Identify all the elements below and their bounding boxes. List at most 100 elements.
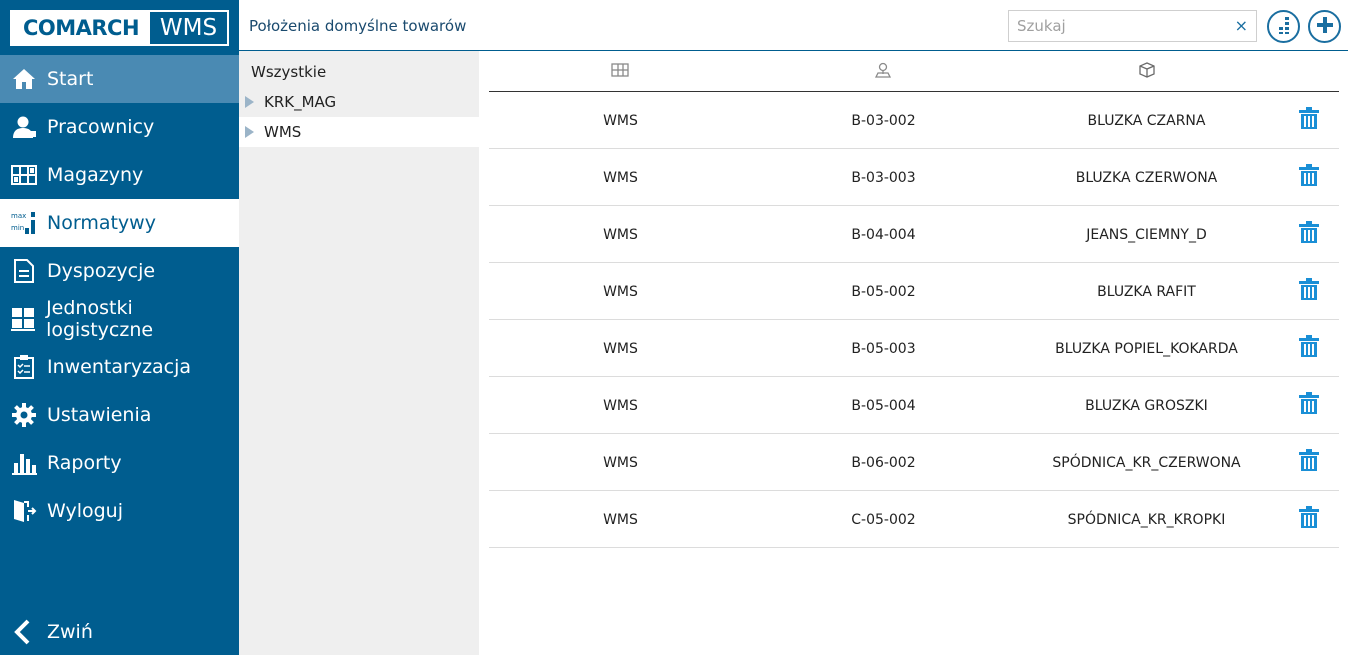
table-row[interactable]: WMS B-03-003 BLUZKA CZERWONA (489, 149, 1339, 206)
page-title: Położenia domyślne towarów (249, 17, 467, 35)
logo-brand: COMARCH (12, 12, 150, 44)
product-cell: BLUZKA POPIEL_KOKARDA (1055, 340, 1238, 357)
table-row[interactable]: WMS B-05-002 BLUZKA RAFIT (489, 263, 1339, 320)
nav-item-label: Ustawienia (47, 404, 152, 426)
warehouse-cell: WMS (603, 226, 638, 243)
gear-icon (10, 402, 37, 429)
table-header (489, 51, 1339, 92)
trash-icon (1298, 448, 1320, 477)
sidebar: COMARCH WMS Start Pracownicy Magazyny ma… (0, 0, 239, 655)
filter-columns-button[interactable] (1267, 10, 1300, 43)
table-body: WMS B-03-002 BLUZKA CZARNA WMS B-03-003 … (489, 92, 1339, 548)
location-cell: C-05-002 (851, 511, 916, 528)
product-cell: BLUZKA RAFIT (1097, 283, 1196, 300)
clipboard-icon (10, 354, 37, 381)
search-box: × (1008, 10, 1257, 42)
product-cell: SPÓDNICA_KR_CZERWONA (1052, 454, 1241, 471)
location-cell: B-05-004 (851, 397, 916, 414)
nav-item-jednostki-logistyczne[interactable]: Jednostki logistyczne (0, 295, 239, 343)
expand-arrow-icon[interactable] (245, 96, 254, 108)
warehouse-cell: WMS (603, 454, 638, 471)
table-row[interactable]: WMS C-05-002 SPÓDNICA_KR_KROPKI (489, 491, 1339, 548)
tree-node-label: Wszystkie (251, 63, 327, 81)
table-row[interactable]: WMS B-06-002 SPÓDNICA_KR_CZERWONA (489, 434, 1339, 491)
main-nav: Start Pracownicy Magazyny max min Normaty… (0, 55, 239, 535)
nav-item-ustawienia[interactable]: Ustawienia (0, 391, 239, 439)
bar-chart-icon (10, 450, 37, 477)
table-row[interactable]: WMS B-05-003 BLUZKA POPIEL_KOKARDA (489, 320, 1339, 377)
delete-button[interactable] (1278, 434, 1339, 491)
location-cell: B-03-002 (851, 112, 916, 129)
nav-item-label: Magazyny (47, 164, 144, 186)
chevron-left-icon (10, 619, 37, 646)
nav-item-label: Raporty (47, 452, 122, 474)
nav-item-start[interactable]: Start (0, 55, 239, 103)
warehouse-icon (10, 162, 37, 189)
add-button[interactable] (1308, 10, 1341, 43)
logout-icon (10, 498, 37, 525)
table-row[interactable]: WMS B-03-002 BLUZKA CZARNA (489, 92, 1339, 149)
nav-item-pracownicy[interactable]: Pracownicy (0, 103, 239, 151)
clear-search-icon[interactable]: × (1235, 16, 1248, 35)
nav-item-label: Normatywy (47, 212, 156, 234)
columns-icon (1274, 15, 1294, 39)
delete-button[interactable] (1278, 206, 1339, 263)
collapse-label: Zwiń (47, 621, 93, 643)
nav-item-wyloguj[interactable]: Wyloguj (0, 487, 239, 535)
plus-icon (1315, 15, 1335, 39)
trash-icon (1298, 163, 1320, 192)
delete-button[interactable] (1278, 149, 1339, 206)
default-locations-table: WMS B-03-002 BLUZKA CZARNA WMS B-03-003 … (489, 51, 1339, 548)
nav-item-label: Dyspozycje (47, 260, 156, 282)
warehouse-cell: WMS (603, 340, 638, 357)
delete-button[interactable] (1278, 92, 1339, 149)
min-max-icon: max min (10, 210, 37, 237)
warehouse-icon[interactable] (611, 61, 629, 79)
location-icon[interactable] (874, 61, 892, 79)
product-box-icon[interactable] (1138, 61, 1156, 79)
trash-icon (1298, 391, 1320, 420)
tree-node-all[interactable]: Wszystkie (239, 57, 479, 87)
trash-icon (1298, 334, 1320, 363)
delete-button[interactable] (1278, 320, 1339, 377)
delete-button[interactable] (1278, 491, 1339, 548)
location-cell: B-03-003 (851, 169, 916, 186)
user-icon (10, 114, 37, 141)
tree-node-label: WMS (264, 123, 302, 141)
table-row[interactable]: WMS B-05-004 BLUZKA GROSZKI (489, 377, 1339, 434)
product-cell: BLUZKA GROSZKI (1085, 397, 1208, 414)
warehouse-cell: WMS (603, 169, 638, 186)
search-input[interactable] (1009, 11, 1219, 41)
nav-item-raporty[interactable]: Raporty (0, 439, 239, 487)
nav-item-inwentaryzacja[interactable]: Inwentaryzacja (0, 343, 239, 391)
collapse-sidebar-button[interactable]: Zwiń (0, 608, 239, 656)
warehouse-cell: WMS (603, 511, 638, 528)
tree-node-krk-mag[interactable]: KRK_MAG (239, 87, 479, 117)
nav-item-normatywy[interactable]: max min Normatywy (0, 199, 239, 247)
product-cell: BLUZKA CZERWONA (1075, 169, 1218, 186)
trash-icon (1298, 277, 1320, 306)
nav-item-magazyny[interactable]: Magazyny (0, 151, 239, 199)
nav-item-label: Jednostki logistyczne (46, 297, 154, 341)
svg-text:min: min (11, 224, 24, 232)
nav-item-dyspozycje[interactable]: Dyspozycje (0, 247, 239, 295)
delete-button[interactable] (1278, 263, 1339, 320)
table-row[interactable]: WMS B-04-004 JEANS_CIEMNY_D (489, 206, 1339, 263)
product-cell: BLUZKA CZARNA (1087, 112, 1206, 129)
warehouse-cell: WMS (603, 397, 638, 414)
expand-arrow-icon[interactable] (245, 126, 254, 138)
warehouse-tree: Wszystkie KRK_MAG WMS (239, 51, 479, 655)
document-icon (10, 258, 37, 285)
header: Położenia domyślne towarów × (239, 0, 1348, 51)
product-cell: SPÓDNICA_KR_KROPKI (1067, 511, 1226, 528)
app-logo[interactable]: COMARCH WMS (10, 10, 229, 46)
trash-icon (1298, 106, 1320, 135)
product-cell: JEANS_CIEMNY_D (1086, 226, 1207, 243)
delete-button[interactable] (1278, 377, 1339, 434)
warehouse-cell: WMS (603, 283, 638, 300)
tree-node-wms[interactable]: WMS (239, 117, 479, 147)
location-cell: B-05-003 (851, 340, 916, 357)
svg-text:max: max (11, 212, 26, 220)
nav-item-label: Pracownicy (47, 116, 155, 138)
tree-node-label: KRK_MAG (264, 93, 337, 111)
